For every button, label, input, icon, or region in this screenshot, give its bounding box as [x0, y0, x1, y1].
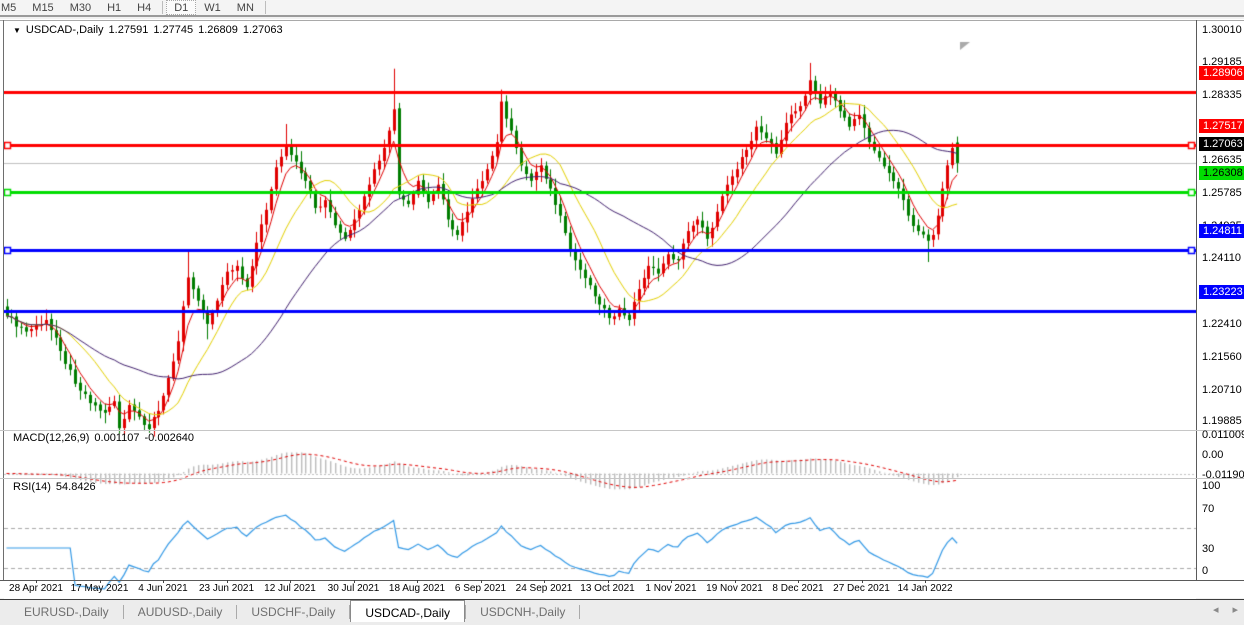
rsi-indicator-label: RSI(14) 54.8426 — [13, 481, 96, 493]
tab-scrollers: ◂ ▸ — [1213, 605, 1238, 616]
date-axis-label: 14 Jan 2022 — [897, 583, 952, 594]
date-axis-label: 13 Oct 2021 — [580, 583, 634, 594]
candlestick-chart-canvas[interactable] — [4, 39, 1196, 599]
rsi-value: 54.8426 — [56, 481, 96, 493]
timeframe-button-m30[interactable]: M30 — [62, 0, 99, 15]
date-axis-label: 24 Sep 2021 — [516, 583, 573, 594]
price-axis-tick: 1.20710 — [1202, 384, 1242, 396]
level-price-badge: 1.27517 — [1199, 119, 1244, 133]
macd-signal-value: -0.002640 — [145, 432, 195, 444]
price-axis-tick: 1.22410 — [1202, 318, 1242, 330]
symbol-label: USDCAD-,Daily — [26, 24, 104, 36]
rsi-axis-tick: 30 — [1202, 543, 1214, 555]
date-axis-label: 8 Dec 2021 — [772, 583, 823, 594]
level-price-badge: 1.28906 — [1199, 66, 1244, 80]
rsi-axis-tick: 70 — [1202, 503, 1214, 515]
price-axis-tick: 1.26635 — [1202, 154, 1242, 166]
chevron-down-icon[interactable]: ▼ — [13, 26, 21, 35]
price-axis-separator — [1196, 20, 1197, 580]
macd-indicator-label: MACD(12,26,9) 0.001107 -0.002640 — [13, 432, 194, 444]
toolbar-separator — [162, 1, 163, 14]
date-axis-label: 4 Jun 2021 — [138, 583, 188, 594]
macd-value: 0.001107 — [94, 432, 139, 444]
chart-left-border — [3, 20, 4, 580]
date-axis-label: 23 Jun 2021 — [199, 583, 254, 594]
timeframe-button-mn[interactable]: MN — [229, 0, 262, 15]
date-axis-label: 17 May 2021 — [71, 583, 129, 594]
date-axis-line — [0, 580, 1244, 581]
rsi-axis-tick: 100 — [1202, 480, 1220, 492]
symbol-tabbar: EURUSD-,DailyAUDUSD-,DailyUSDCHF-,DailyU… — [0, 599, 1244, 625]
level-price-badge: 1.24811 — [1199, 224, 1244, 238]
date-axis-label: 28 Apr 2021 — [9, 583, 63, 594]
date-axis-label: 1 Nov 2021 — [645, 583, 696, 594]
ohlc-high: 1.27745 — [153, 24, 193, 36]
date-axis-label: 27 Dec 2021 — [833, 583, 890, 594]
symbol-tab-usdcad[interactable]: USDCAD-,Daily — [350, 600, 465, 622]
date-axis-label: 30 Jul 2021 — [328, 583, 380, 594]
level-price-badge: 1.26308 — [1199, 166, 1244, 180]
tab-scroll-right-icon[interactable]: ▸ — [1232, 605, 1238, 616]
date-axis-label: 19 Nov 2021 — [706, 583, 763, 594]
timeframe-button-m15[interactable]: M15 — [24, 0, 61, 15]
price-axis-tick: 1.28335 — [1202, 89, 1242, 101]
date-axis-label: 6 Sep 2021 — [455, 583, 506, 594]
ohlc-low: 1.26809 — [198, 24, 238, 36]
rsi-panel-separator[interactable] — [0, 478, 1244, 479]
level-price-badge: 1.23223 — [1199, 285, 1244, 299]
price-axis-tick: 1.21560 — [1202, 351, 1242, 363]
price-axis-tick: 1.19885 — [1202, 415, 1242, 427]
timeframe-button-d1[interactable]: D1 — [166, 0, 196, 15]
macd-axis-tick: 0.00 — [1202, 449, 1223, 461]
ohlc-close: 1.27063 — [243, 24, 283, 36]
symbol-tab-usdcnh[interactable]: USDCNH-,Daily — [466, 600, 579, 622]
date-axis-label: 12 Jul 2021 — [264, 583, 316, 594]
symbol-tab-usdchf[interactable]: USDCHF-,Daily — [237, 600, 349, 622]
timeframe-toolbar: M5M15M30H1H4 D1W1MN — [0, 0, 1244, 17]
symbol-tab-audusd[interactable]: AUDUSD-,Daily — [124, 600, 237, 622]
chart-top-border — [0, 20, 1244, 21]
chart-window — [0, 19, 1244, 598]
timeframe-button-w1[interactable]: W1 — [196, 0, 229, 15]
toolbar-separator — [265, 1, 266, 14]
timeframe-button-h1[interactable]: H1 — [99, 0, 129, 15]
macd-name: MACD(12,26,9) — [13, 432, 89, 444]
ohlc-open: 1.27591 — [109, 24, 149, 36]
current-price-badge: 1.27063 — [1199, 137, 1244, 151]
macd-axis-tick: 0.011009 — [1202, 429, 1244, 441]
price-axis-tick: 1.30010 — [1202, 24, 1242, 36]
tab-separator — [579, 605, 580, 619]
rsi-name: RSI(14) — [13, 481, 51, 493]
macd-panel-separator[interactable] — [0, 430, 1244, 431]
price-axis-tick: 1.24110 — [1202, 252, 1241, 264]
timeframe-button-m5[interactable]: M5 — [0, 0, 24, 15]
symbol-tab-eurusd[interactable]: EURUSD-,Daily — [10, 600, 123, 622]
rsi-axis-tick: 0 — [1202, 565, 1208, 577]
date-axis-label: 18 Aug 2021 — [389, 583, 445, 594]
chart-title: ▼ USDCAD-,Daily 1.27591 1.27745 1.26809 … — [13, 24, 283, 36]
tab-scroll-left-icon[interactable]: ◂ — [1213, 605, 1219, 616]
trading-platform-window: M5M15M30H1H4 D1W1MN ▼ USDCAD-,Daily 1.275… — [0, 0, 1244, 625]
price-axis-tick: 1.25785 — [1202, 187, 1242, 199]
timeframe-button-h4[interactable]: H4 — [129, 0, 159, 15]
